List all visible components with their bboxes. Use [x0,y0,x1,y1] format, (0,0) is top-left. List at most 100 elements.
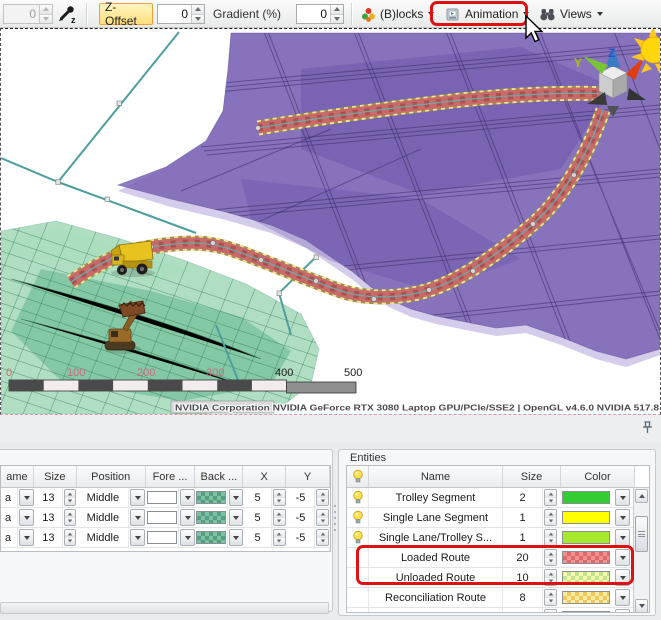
horizontal-scrollbar[interactable] [0,602,329,614]
dropdown-button[interactable] [19,509,33,526]
pin-icon[interactable] [641,420,654,435]
size-spinner[interactable] [544,609,557,613]
views-label: Views [560,7,592,21]
3d-viewport[interactable]: Z Y 0 100 200 300 400 500 [0,28,661,415]
visibility-bulb-icon[interactable] [352,530,364,545]
gradient-spinbox[interactable]: 0 [296,4,344,24]
entity-row[interactable]: Reconciliation Route 8 [347,588,649,608]
z-eyedropper-icon[interactable]: z [57,4,79,24]
visibility-bulb-icon[interactable] [352,510,364,525]
size-spinner[interactable] [544,489,557,506]
dropdown-button[interactable] [180,509,194,526]
entity-color-swatch[interactable] [562,531,610,544]
entity-color-swatch[interactable] [562,591,610,604]
entity-row[interactable]: Trolley Segment 2 [347,488,649,508]
dropdown-button[interactable] [180,529,194,546]
back-color-swatch[interactable] [196,511,226,524]
toolbar-separator [86,3,87,25]
status-text: NVIDIA Corporation NVIDIA GeForce RTX 30… [175,403,659,413]
entity-color-swatch[interactable] [562,571,610,584]
scroll-down-button[interactable] [635,599,648,613]
format-row[interactable]: a 13 Middle 5 -5 [1,488,330,508]
dropdown-button[interactable] [19,489,33,506]
color-dropdown-button[interactable] [615,549,630,566]
y-spinner[interactable] [316,509,329,526]
bulb-icon [352,469,364,484]
y-spinner[interactable] [316,529,329,546]
animation-icon [445,6,461,22]
size-spinner[interactable] [544,549,557,566]
z-offset-toggle[interactable]: Z-Offset [99,3,153,25]
format-row[interactable]: a 13 Middle 5 -5 [1,508,330,528]
size-spinner[interactable] [64,489,77,506]
scrollbar-thumb[interactable] [635,516,648,552]
z-offset-arrows[interactable] [191,5,204,23]
dropdown-button[interactable] [130,489,144,506]
dropdown-button[interactable] [229,529,243,546]
size-spinner[interactable] [64,529,77,546]
dropdown-button[interactable] [19,529,33,546]
entity-row[interactable]: Single Lane Segment 1 [347,508,649,528]
size-spinner[interactable] [544,529,557,546]
dropdown-button[interactable] [229,489,243,506]
color-dropdown-button[interactable] [615,529,630,546]
color-dropdown-button[interactable] [615,589,630,606]
entity-color-swatch[interactable] [562,511,610,524]
size-spinner[interactable] [544,589,557,606]
dropdown-button[interactable] [130,509,144,526]
svg-text:200: 200 [137,367,155,379]
format-row[interactable]: a 13 Middle 5 -5 [1,528,330,548]
entity-row[interactable]: Unloaded Route 10 [347,568,649,588]
x-spinner[interactable] [273,489,286,506]
panel-splitter[interactable] [333,505,336,531]
x-spinner[interactable] [273,509,286,526]
entity-row[interactable]: Auto-Join 20 [347,608,649,613]
color-dropdown-button[interactable] [615,569,630,586]
back-color-swatch[interactable] [196,531,226,544]
size-spinner[interactable] [64,509,77,526]
dropdown-button[interactable] [130,529,144,546]
z-offset-value: 0 [158,5,191,23]
entities-table: Name Size Color Trolley Segment 2 Single… [346,465,650,613]
size-spinner[interactable] [544,569,557,586]
svg-text:300: 300 [206,367,224,379]
animation-label: Animation [465,7,518,21]
gradient-value: 0 [297,5,330,23]
blocks-menu-button[interactable]: (B)locks [356,3,439,25]
entity-color-swatch[interactable] [562,491,610,504]
fore-color-swatch[interactable] [147,491,177,504]
fore-color-swatch[interactable] [147,531,177,544]
size-spinner[interactable] [544,509,557,526]
y-spinner[interactable] [316,489,329,506]
z-offset-label: Z-Offset [105,0,147,28]
svg-text:400: 400 [275,367,293,379]
haul-truck[interactable] [111,241,155,277]
disabled-spinbox-arrows[interactable] [39,5,52,23]
visibility-bulb-icon[interactable] [352,490,364,505]
dropdown-button[interactable] [180,489,194,506]
color-dropdown-button[interactable] [615,489,630,506]
axis-z-label: Z [608,46,615,60]
scene-canvas: Z Y 0 100 200 300 400 500 [1,29,660,414]
fore-color-swatch[interactable] [147,511,177,524]
color-dropdown-button[interactable] [615,509,630,526]
entities-table-header: Name Size Color [347,466,649,488]
animation-menu-button[interactable]: Animation [440,3,534,25]
chevron-down-icon [523,12,529,16]
entity-color-swatch[interactable] [562,551,610,564]
scroll-up-button[interactable] [635,489,648,503]
gradient-arrows[interactable] [330,5,343,23]
entity-color-swatch[interactable] [562,611,610,613]
application-window: 0 z Z-Offset 0 Gradient (%) 0 [0,0,661,620]
entities-scrollbar[interactable] [633,488,649,613]
back-color-swatch[interactable] [196,491,226,504]
dropdown-button[interactable] [229,509,243,526]
z-offset-spinbox[interactable]: 0 [157,4,205,24]
color-dropdown-button[interactable] [615,609,630,613]
views-menu-button[interactable]: Views [534,3,608,25]
x-spinner[interactable] [273,529,286,546]
format-table: ame Size Position Fore ... Back ... X Y … [0,465,331,552]
entity-row[interactable]: Single Lane/Trolley S... 1 [347,528,649,548]
entity-row[interactable]: Loaded Route 20 [347,548,649,568]
disabled-spinbox[interactable]: 0 [3,4,53,24]
